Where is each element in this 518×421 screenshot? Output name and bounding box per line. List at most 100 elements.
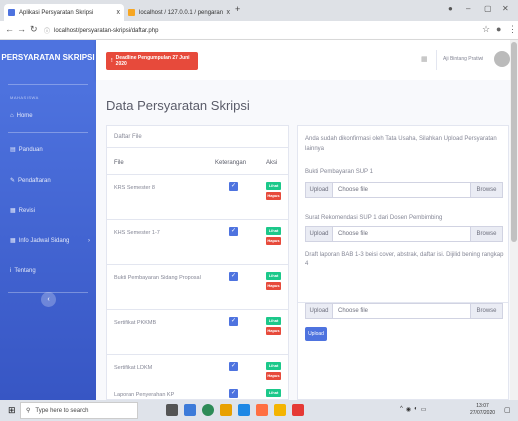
table-row: Bukti Pembayaran Sidang Proposal ✓ Lihat… bbox=[107, 265, 288, 310]
browse-button[interactable]: Browse bbox=[470, 227, 502, 241]
field-label: Surat Rekomendasi SUP 1 dari Dosen Pembi… bbox=[305, 215, 443, 221]
file-input[interactable]: Choose file bbox=[333, 183, 470, 197]
sidebar-divider bbox=[8, 84, 88, 85]
close-window-icon[interactable]: ✕ bbox=[502, 4, 509, 13]
sidebar-item-info-jadwal-sidang[interactable]: ▦ Info Jadwal Sidang › bbox=[10, 237, 90, 245]
new-tab-button[interactable]: + bbox=[235, 4, 240, 14]
sidebar-item-home[interactable]: ⌂ Home bbox=[10, 113, 90, 119]
edit-icon: ✎ bbox=[10, 178, 16, 184]
delete-button[interactable]: Hapus bbox=[266, 237, 281, 245]
battery-icon[interactable]: ▭ bbox=[421, 406, 427, 413]
network-icon[interactable]: ◉ bbox=[406, 406, 411, 413]
column-header-keterangan: Keterangan bbox=[215, 160, 247, 166]
sidebar-item-label: Tentang bbox=[14, 268, 36, 274]
bookmark-star-icon[interactable]: ☆ bbox=[482, 24, 490, 35]
file-explorer-icon[interactable] bbox=[220, 404, 232, 416]
edge-icon[interactable] bbox=[202, 404, 214, 416]
delete-button[interactable]: Hapus bbox=[266, 192, 281, 200]
check-icon: ✓ bbox=[229, 389, 238, 398]
sidebar-item-pendaftaran[interactable]: ✎ Pendaftaran bbox=[10, 177, 90, 185]
time: 13:07 bbox=[476, 403, 489, 409]
app-icon[interactable] bbox=[256, 404, 268, 416]
file-icon: ▦ bbox=[10, 208, 16, 214]
main-content: Data Persyaratan Skripsi Daftar File Fil… bbox=[96, 80, 518, 400]
delete-button[interactable]: Hapus bbox=[266, 282, 281, 290]
avatar[interactable] bbox=[494, 51, 510, 67]
menu-dots-icon[interactable]: ⋮ bbox=[508, 24, 517, 35]
sidebar-item-panduan[interactable]: ▤ Panduan bbox=[10, 146, 90, 154]
page-scrollbar[interactable] bbox=[510, 40, 518, 400]
page-title: Data Persyaratan Skripsi bbox=[106, 98, 250, 113]
file-upload-field[interactable]: Upload Choose file Browse bbox=[305, 226, 503, 242]
delete-button[interactable]: Hapus bbox=[266, 372, 281, 380]
browser-tab-2[interactable]: localhost / 127.0.0.1 / pengaran x bbox=[124, 4, 234, 21]
exclamation-icon: ! bbox=[111, 58, 113, 64]
view-button[interactable]: Lihat bbox=[266, 362, 281, 370]
browser-tab-1[interactable]: Aplikasi Persyaratan Skripsi x bbox=[4, 4, 124, 21]
view-button[interactable]: Lihat bbox=[266, 182, 281, 190]
tab-title: localhost / 127.0.0.1 / pengaran bbox=[139, 9, 224, 16]
app-icon[interactable] bbox=[292, 404, 304, 416]
upload-card: Anda sudah dikonfirmasi oleh Tata Usaha,… bbox=[297, 125, 509, 303]
task-view-icon[interactable] bbox=[166, 404, 178, 416]
sidebar-brand[interactable]: PERSYARATAN SKRIPSI bbox=[0, 52, 96, 63]
upload-prefix: Upload bbox=[306, 304, 333, 318]
sidebar-item-revisi[interactable]: ▦ Revisi bbox=[10, 207, 90, 215]
address-bar: ← → ↻ ⓘ localhost/persyaratan-skripsi/da… bbox=[0, 21, 518, 40]
view-button[interactable]: Lihat bbox=[266, 317, 281, 325]
sidebar-toggle-button[interactable]: ‹ bbox=[41, 292, 56, 307]
home-icon: ⌂ bbox=[10, 113, 14, 119]
browse-button[interactable]: Browse bbox=[470, 304, 502, 318]
view-button[interactable]: Lihat bbox=[266, 272, 281, 280]
store-icon[interactable] bbox=[238, 404, 250, 416]
topbar: ! Deadline Pengumpulan 27 Juni 2020 ▦ Aj… bbox=[96, 40, 518, 80]
calendar-icon: ▦ bbox=[10, 238, 16, 244]
windows-start-icon[interactable]: ⊞ bbox=[8, 405, 16, 416]
back-icon[interactable]: ← bbox=[5, 24, 14, 34]
file-input[interactable]: Choose file bbox=[333, 304, 470, 318]
scrollbar-thumb[interactable] bbox=[511, 42, 517, 242]
check-icon: ✓ bbox=[229, 272, 238, 281]
upload-prefix: Upload bbox=[306, 183, 333, 197]
extension-icon[interactable]: ● bbox=[496, 24, 501, 34]
user-name[interactable]: Aji Bintang Pratiwi bbox=[443, 56, 483, 62]
check-icon: ✓ bbox=[229, 227, 238, 236]
tab-favicon bbox=[128, 9, 135, 16]
maximize-icon[interactable]: ▢ bbox=[484, 4, 492, 13]
delete-button[interactable]: Hapus bbox=[266, 327, 281, 335]
files-card: Daftar File File Keterangan Aksi KRS Sem… bbox=[106, 125, 289, 400]
file-upload-field[interactable]: Upload Choose file Browse bbox=[305, 182, 503, 198]
file-input[interactable]: Choose file bbox=[333, 227, 470, 241]
minimize-icon[interactable]: – bbox=[466, 4, 470, 13]
volume-icon[interactable]: ◐ bbox=[414, 406, 418, 413]
view-button[interactable]: Lihat bbox=[266, 389, 281, 397]
notification-center-icon[interactable]: ▢ bbox=[504, 406, 511, 414]
check-icon: ✓ bbox=[229, 182, 238, 191]
app-icon[interactable] bbox=[184, 404, 196, 416]
field-label: Draft laporan BAB 1-3 beisi cover, abstr… bbox=[305, 252, 504, 267]
date: 27/07/2020 bbox=[470, 410, 496, 416]
app-icon[interactable] bbox=[274, 404, 286, 416]
notification-icon[interactable]: ▦ bbox=[421, 55, 428, 63]
close-tab-icon[interactable]: x bbox=[227, 9, 231, 16]
view-button[interactable]: Lihat bbox=[266, 227, 281, 235]
taskbar-search-input[interactable]: ⚲ Type here to search bbox=[20, 402, 138, 419]
file-upload-field[interactable]: Upload Choose file Browse bbox=[305, 303, 503, 319]
table-row: Sertifikat PKKMB ✓ Lihat Hapus bbox=[107, 310, 288, 355]
browse-button[interactable]: Browse bbox=[470, 183, 502, 197]
upload-submit-button[interactable]: Upload bbox=[305, 327, 327, 341]
forward-icon[interactable]: → bbox=[17, 24, 26, 34]
profile-icon[interactable]: ● bbox=[448, 4, 453, 13]
url-input[interactable]: ⓘ localhost/persyaratan-skripsi/daftar.p… bbox=[44, 24, 444, 37]
clock[interactable]: 13:07 27/07/2020 bbox=[470, 403, 495, 417]
system-tray: ^ ◉ ◐ ▭ bbox=[400, 406, 426, 413]
sidebar-item-tentang[interactable]: i Tentang bbox=[10, 268, 90, 274]
topbar-divider bbox=[436, 50, 437, 70]
info-icon: i bbox=[10, 268, 12, 274]
sidebar-divider bbox=[8, 132, 88, 133]
close-tab-icon[interactable]: x bbox=[117, 9, 121, 16]
taskbar: ⊞ ⚲ Type here to search ^ ◉ ◐ ▭ 13:07 27… bbox=[0, 400, 518, 421]
reload-icon[interactable]: ↻ bbox=[30, 24, 38, 35]
sidebar-heading: MAHASISWA bbox=[10, 95, 39, 100]
chevron-up-icon[interactable]: ^ bbox=[400, 406, 403, 413]
